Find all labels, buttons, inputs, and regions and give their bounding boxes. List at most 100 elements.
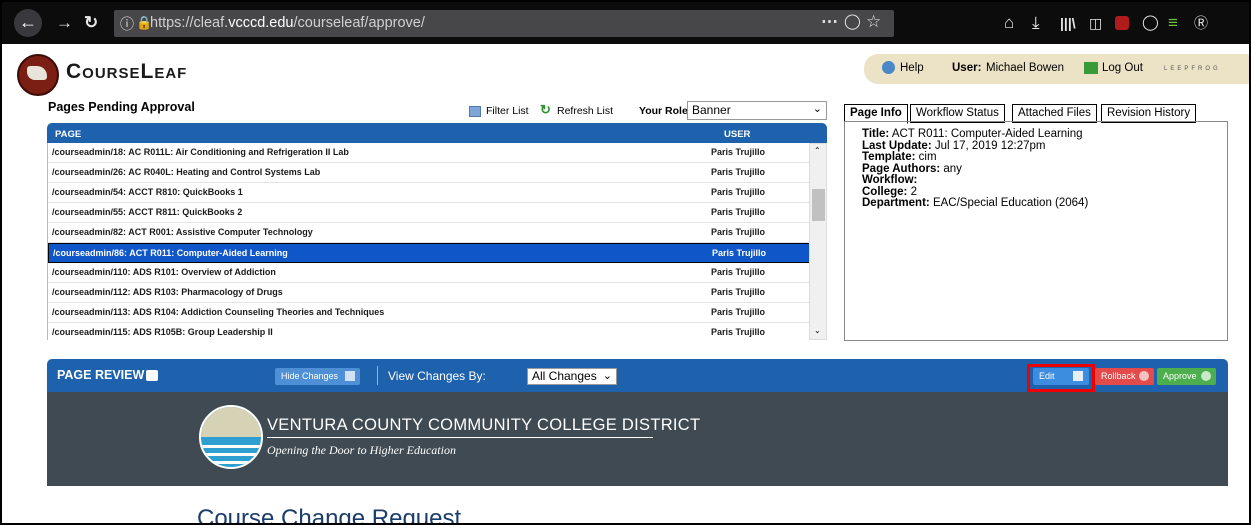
minus-circle-icon bbox=[1139, 371, 1149, 381]
info-value: EAC/Special Education (2064) bbox=[932, 197, 1089, 209]
info-icon[interactable]: ⓘ bbox=[120, 13, 134, 35]
role-label: Your Role: bbox=[639, 105, 692, 117]
library-icon[interactable]: |||\ bbox=[1060, 12, 1076, 34]
refresh-list-link[interactable]: Refresh List bbox=[557, 105, 613, 117]
info-key: Page Authors: bbox=[862, 162, 941, 175]
scrollbar-thumb[interactable] bbox=[812, 189, 825, 221]
table-row[interactable]: /courseadmin/18: AC R011L: Air Condition… bbox=[48, 143, 809, 163]
rollback-button[interactable]: Rollback bbox=[1095, 368, 1154, 385]
logo-wave bbox=[201, 461, 261, 464]
info-key: Template: bbox=[862, 151, 916, 163]
info-key: Title: bbox=[862, 128, 890, 140]
row-user: Paris Trujillo bbox=[711, 307, 766, 317]
row-user: Paris Trujillo bbox=[711, 167, 766, 177]
logout-icon[interactable] bbox=[1084, 62, 1098, 74]
approve-label: Approve bbox=[1163, 371, 1197, 381]
info-value: 2 bbox=[910, 185, 917, 198]
courseleaf-logo bbox=[17, 54, 59, 96]
table-row[interactable]: /courseadmin/55: ACCT R811: QuickBooks 2… bbox=[48, 203, 809, 223]
chevron-down-icon: ⌄ bbox=[602, 370, 612, 382]
page-actions-icon[interactable]: ⋯ bbox=[821, 11, 838, 33]
info-value: any bbox=[943, 162, 962, 175]
scroll-down-icon[interactable]: ⌄ bbox=[814, 326, 821, 335]
logo-wave bbox=[201, 453, 261, 456]
row-page-path[interactable]: /courseadmin/54: ACCT R810: QuickBooks 1 bbox=[52, 187, 243, 197]
row-page-path[interactable]: /courseadmin/115: ADS R105B: Group Leade… bbox=[52, 327, 273, 337]
row-page-path[interactable]: /courseadmin/110: ADS R101: Overview of … bbox=[52, 267, 276, 277]
view-changes-value: All Changes bbox=[532, 369, 597, 383]
col-page-header[interactable]: PAGE bbox=[55, 129, 81, 140]
wordpress-icon[interactable]: Ⓡ bbox=[1194, 12, 1208, 34]
row-page-path[interactable]: /courseadmin/113: ADS R104: Addiction Co… bbox=[52, 307, 384, 317]
info-value: cim bbox=[918, 151, 937, 163]
refresh-icon[interactable]: ↻ bbox=[540, 102, 551, 118]
user-prefix: User: bbox=[952, 62, 982, 74]
help-link[interactable]: Help bbox=[900, 62, 924, 74]
info-key: Workflow: bbox=[862, 174, 918, 186]
print-icon[interactable] bbox=[146, 370, 158, 381]
sidebar-icon[interactable]: ◫ bbox=[1089, 12, 1102, 34]
filter-list-link[interactable]: Filter List bbox=[486, 105, 529, 117]
user-name: Michael Bowen bbox=[986, 62, 1064, 74]
row-user: Paris Trujillo bbox=[711, 227, 766, 237]
plus-circle-icon bbox=[1201, 371, 1211, 381]
row-page-path[interactable]: /courseadmin/86: ACT R011: Computer-Aide… bbox=[53, 248, 288, 258]
col-user-header[interactable]: USER bbox=[724, 129, 750, 140]
table-row[interactable]: /courseadmin/113: ADS R104: Addiction Co… bbox=[48, 303, 809, 323]
divider bbox=[377, 366, 378, 385]
filter-icon[interactable] bbox=[469, 106, 481, 117]
district-tagline: Opening the Door to Higher Education bbox=[267, 443, 456, 457]
pocket-icon[interactable]: ◯ bbox=[844, 11, 861, 33]
url-domain: vcccd.edu bbox=[228, 15, 294, 31]
logout-link[interactable]: Log Out bbox=[1102, 62, 1143, 74]
row-user: Paris Trujillo bbox=[711, 287, 766, 297]
vendor-logo: LEEPFROG bbox=[1164, 66, 1221, 72]
row-page-path[interactable]: /courseadmin/55: ACCT R811: QuickBooks 2 bbox=[52, 207, 242, 217]
download-icon[interactable]: ⤓ bbox=[1032, 12, 1040, 34]
table-row[interactable]: /courseadmin/54: ACCT R810: QuickBooks 1… bbox=[48, 183, 809, 203]
ublock-icon[interactable] bbox=[1115, 16, 1129, 30]
view-changes-label: View Changes By: bbox=[388, 369, 486, 383]
role-value: Banner bbox=[692, 103, 731, 117]
table-row[interactable]: /courseadmin/82: ACT R001: Assistive Com… bbox=[48, 223, 809, 243]
table-row[interactable]: /courseadmin/86: ACT R011: Computer-Aide… bbox=[48, 243, 809, 263]
copy-icon bbox=[345, 371, 356, 381]
approve-button[interactable]: Approve bbox=[1157, 368, 1216, 385]
list-scrollbar[interactable]: ⌃ ⌄ bbox=[809, 143, 827, 340]
info-key: Last Update: bbox=[862, 139, 932, 152]
forward-icon[interactable]: → bbox=[56, 12, 73, 34]
table-row[interactable]: /courseadmin/115: ADS R105B: Group Leade… bbox=[48, 323, 809, 340]
home-icon[interactable]: ⌂ bbox=[1004, 12, 1014, 34]
logo-sky bbox=[201, 407, 261, 437]
table-row[interactable]: /courseadmin/112: ADS R103: Pharmacology… bbox=[48, 283, 809, 303]
table-row[interactable]: /courseadmin/26: AC R040L: Heating and C… bbox=[48, 163, 809, 183]
help-icon[interactable] bbox=[882, 61, 895, 74]
pending-title: Pages Pending Approval bbox=[48, 100, 195, 114]
scroll-up-icon[interactable]: ⌃ bbox=[814, 146, 821, 155]
row-user: Paris Trujillo bbox=[711, 187, 766, 197]
table-row[interactable]: /courseadmin/110: ADS R101: Overview of … bbox=[48, 263, 809, 283]
reload-icon[interactable]: ↻ bbox=[84, 12, 98, 34]
row-user: Paris Trujillo bbox=[711, 147, 766, 157]
bookmark-star-icon[interactable]: ☆ bbox=[866, 11, 881, 33]
row-page-path[interactable]: /courseadmin/82: ACT R001: Assistive Com… bbox=[52, 227, 313, 237]
row-page-path[interactable]: /courseadmin/26: AC R040L: Heating and C… bbox=[52, 167, 320, 177]
row-page-path[interactable]: /courseadmin/112: ADS R103: Pharmacology… bbox=[52, 287, 283, 297]
url-bar[interactable]: ⓘ 🔒 https://cleaf.vcccd.edu/courseleaf/a… bbox=[114, 10, 894, 37]
url-prefix: https://cleaf. bbox=[150, 15, 229, 31]
row-user: Paris Trujillo bbox=[711, 327, 766, 337]
row-user: Paris Trujillo bbox=[712, 248, 767, 258]
url-text[interactable]: https://cleaf.vcccd.edu/courseleaf/appro… bbox=[150, 15, 425, 31]
hide-changes-button[interactable]: Hide Changes bbox=[275, 368, 361, 385]
chat-icon[interactable]: ◯ bbox=[1142, 12, 1159, 34]
info-value: ACT R011: Computer-Aided Learning bbox=[891, 128, 1083, 140]
role-select[interactable]: Banner ⌄ bbox=[687, 101, 827, 120]
view-changes-select[interactable]: All Changes ⌄ bbox=[527, 368, 617, 385]
browser-toolbar: ← → ↻ ⓘ 🔒 https://cleaf.vcccd.edu/course… bbox=[2, 2, 1249, 44]
district-name: VENTURA COUNTY COMMUNITY COLLEGE DISTRIC… bbox=[267, 416, 701, 434]
row-page-path[interactable]: /courseadmin/18: AC R011L: Air Condition… bbox=[52, 147, 349, 157]
chevron-down-icon: ⌄ bbox=[812, 103, 822, 115]
extension-icon[interactable]: ≡ bbox=[1168, 12, 1178, 34]
back-icon[interactable]: ← bbox=[14, 9, 42, 37]
url-path: /courseleaf/approve/ bbox=[293, 15, 425, 31]
